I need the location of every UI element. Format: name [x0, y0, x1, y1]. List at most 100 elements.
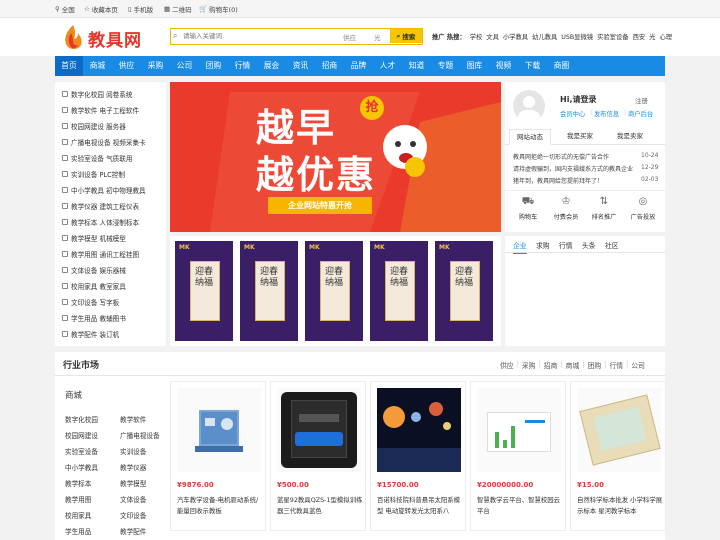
market-link[interactable]: 商城 [566, 360, 580, 370]
nav-item[interactable]: 团购 [199, 56, 228, 76]
product-name[interactable]: 智慧教学云平台、智慧校园云平台 [477, 495, 563, 519]
nav-item[interactable]: 公司 [170, 56, 199, 76]
thumbnail[interactable]: MK 迎春纳福 [370, 241, 428, 341]
category-item[interactable]: 文印设备 写字板 [62, 297, 119, 307]
post-info-link[interactable]: 发布信息 [594, 109, 619, 118]
hot-link[interactable]: 学校 [470, 32, 483, 41]
tab-purchase[interactable]: 求购 [536, 240, 550, 250]
nav-item[interactable]: 行情 [228, 56, 257, 76]
category-item[interactable]: 学生用品 教辅图书 [62, 313, 126, 323]
market-cat[interactable]: 实验室设备 [65, 446, 98, 456]
category-item[interactable]: 校园网建设 服务器 [62, 121, 126, 131]
product-card[interactable]: ¥500.00 蓝星92教具QZS-1型模拟训练器三代教具蓝色 [270, 381, 366, 531]
hot-link[interactable]: 幼儿教具 [532, 32, 557, 41]
tab-seller[interactable]: 我是卖家 [609, 129, 651, 145]
cart-link[interactable]: 🛒 购物车(0) [199, 4, 238, 14]
product-name[interactable]: 蓝星92教具QZS-1型模拟训练器三代教具蓝色 [277, 495, 363, 519]
nav-item[interactable]: 下载 [518, 56, 547, 76]
product-name[interactable]: 自然科学标本批发 小学科学展示标本 星河教学标本 [577, 495, 663, 519]
nav-item[interactable]: 资讯 [286, 56, 315, 76]
thumbnail[interactable]: MK 迎春纳福 [435, 241, 493, 341]
market-cat[interactable]: 文印设备 [120, 510, 146, 520]
nav-item[interactable]: 商圈 [547, 56, 576, 76]
product-card[interactable]: ¥20000000.00 智慧教学云平台、智慧校园云平台 [470, 381, 566, 531]
product-name[interactable]: 汽车教学设备-电机驱动系统/能量回收示教板 [177, 495, 263, 519]
search-type-select[interactable]: 供应光 [343, 32, 381, 42]
thumbnail[interactable]: MK 迎春纳福 [240, 241, 298, 341]
favorite-link[interactable]: ☆ 收藏本页 [84, 4, 118, 14]
market-cat[interactable]: 广播电视设备 [120, 430, 160, 440]
hot-link[interactable]: 西安 [633, 32, 646, 41]
product-card[interactable]: ¥15700.00 百诺科技院科普悬吊太阳系模型 电动旋转发光太阳系八 [370, 381, 466, 531]
qrcode-link[interactable]: ▦ 二维码 [164, 4, 192, 14]
product-card[interactable]: ¥9876.00 汽车教学设备-电机驱动系统/能量回收示教板 [170, 381, 266, 531]
category-item[interactable]: 实验室设备 气质联用 [62, 153, 132, 163]
nav-item[interactable]: 商城 [83, 56, 112, 76]
hot-link[interactable]: USB显微镜 [561, 32, 593, 41]
tab-company[interactable]: 企业 [513, 240, 527, 254]
market-link[interactable]: 公司 [631, 360, 645, 370]
nav-item[interactable]: 招商 [315, 56, 344, 76]
market-cat[interactable]: 教学配件 [120, 526, 146, 536]
merchant-backend-link[interactable]: 商户后台 [628, 109, 653, 118]
product-card[interactable]: ¥15.00 自然科学标本批发 小学科学展示标本 星河教学标本 [570, 381, 666, 531]
hot-link[interactable]: 文具 [486, 32, 499, 41]
nav-item[interactable]: 品牌 [344, 56, 373, 76]
nav-item[interactable]: 供应 [112, 56, 141, 76]
market-cat[interactable]: 学生用品 [65, 526, 91, 536]
tab-market[interactable]: 行情 [559, 240, 573, 250]
nav-item[interactable]: 视频 [489, 56, 518, 76]
location-link[interactable]: ⚲ 全国 [55, 4, 75, 14]
login-greeting[interactable]: Hi,请登录 [560, 94, 596, 105]
category-item[interactable]: 教学软件 电子工程软件 [62, 105, 139, 115]
market-cat[interactable]: 校园网建设 [65, 430, 98, 440]
nav-item[interactable]: 知道 [402, 56, 431, 76]
shortcut-cart[interactable]: ⛟ 购物车 [513, 196, 543, 221]
category-item[interactable]: 数字化校园 阅卷系统 [62, 89, 132, 99]
shortcut-ads[interactable]: ◎ 广告投放 [627, 196, 659, 221]
hot-link[interactable]: 光 [649, 32, 655, 41]
category-item[interactable]: 教学标本 人体浸制标本 [62, 217, 139, 227]
market-cat[interactable]: 文体设备 [120, 494, 146, 504]
nav-item[interactable]: 采购 [141, 56, 170, 76]
search-button[interactable]: ⌕ 搜索 [390, 29, 422, 43]
register-link[interactable]: 注册 [635, 95, 648, 105]
thumbnail[interactable]: MK 迎春纳福 [305, 241, 363, 341]
product-name[interactable]: 百诺科技院科普悬吊太阳系模型 电动旋转发光太阳系八 [377, 495, 463, 519]
market-cat[interactable]: 中小学教具 [65, 462, 98, 472]
hot-link[interactable]: 小学教具 [503, 32, 528, 41]
nav-item[interactable]: 展会 [257, 56, 286, 76]
nav-item[interactable]: 人才 [373, 56, 402, 76]
category-item[interactable]: 教学配件 装订机 [62, 329, 119, 339]
market-cat[interactable]: 教学模型 [120, 478, 146, 488]
market-cat[interactable]: 校用家具 [65, 510, 91, 520]
nav-item[interactable]: 图库 [460, 56, 489, 76]
category-item[interactable]: 中小学教具 初中物理教具 [62, 185, 146, 195]
shortcut-vip[interactable]: ♔ 付费会员 [551, 196, 581, 221]
category-item[interactable]: 广播电视设备 视频采集卡 [62, 137, 146, 147]
news-item[interactable]: 猪年到，教具网给您提前拜年了！ [513, 176, 637, 185]
promo-banner[interactable]: 越早 越优惠 抢 企业网站特惠开抢 [170, 82, 501, 232]
category-item[interactable]: 实训设备 PLC控制 [62, 169, 125, 179]
market-link[interactable]: 团购 [588, 360, 602, 370]
site-logo[interactable]: 教具网 [62, 23, 144, 53]
category-item[interactable]: 教学用图 通讯工程挂图 [62, 249, 139, 259]
market-link[interactable]: 行情 [609, 360, 623, 370]
search-input[interactable] [183, 30, 333, 42]
market-link[interactable]: 供应 [500, 360, 514, 370]
thumbnail[interactable]: MK 迎春纳福 [175, 241, 233, 341]
mobile-link[interactable]: ▯ 手机版 [128, 4, 153, 14]
category-item[interactable]: 文体设备 娱乐器械 [62, 265, 126, 275]
market-cat[interactable]: 数字化校园 [65, 414, 98, 424]
nav-home[interactable]: 首页 [55, 56, 83, 76]
tab-headlines[interactable]: 头条 [582, 240, 596, 250]
tab-buyer[interactable]: 我是买家 [559, 129, 601, 145]
category-item[interactable]: 教学仪器 建筑工程仪表 [62, 201, 139, 211]
category-item[interactable]: 校用家具 教室家具 [62, 281, 126, 291]
market-cat[interactable]: 教学软件 [120, 414, 146, 424]
hot-link[interactable]: 心理 [659, 32, 672, 41]
tab-community[interactable]: 社区 [605, 240, 619, 250]
member-center-link[interactable]: 会员中心 [560, 109, 585, 118]
news-item[interactable]: 教具网拒绝一切形式的无偿广告合作 [513, 152, 633, 161]
news-item[interactable]: 请持虚假骗到，国内支福蛾系方式的教具企业 [513, 164, 637, 173]
